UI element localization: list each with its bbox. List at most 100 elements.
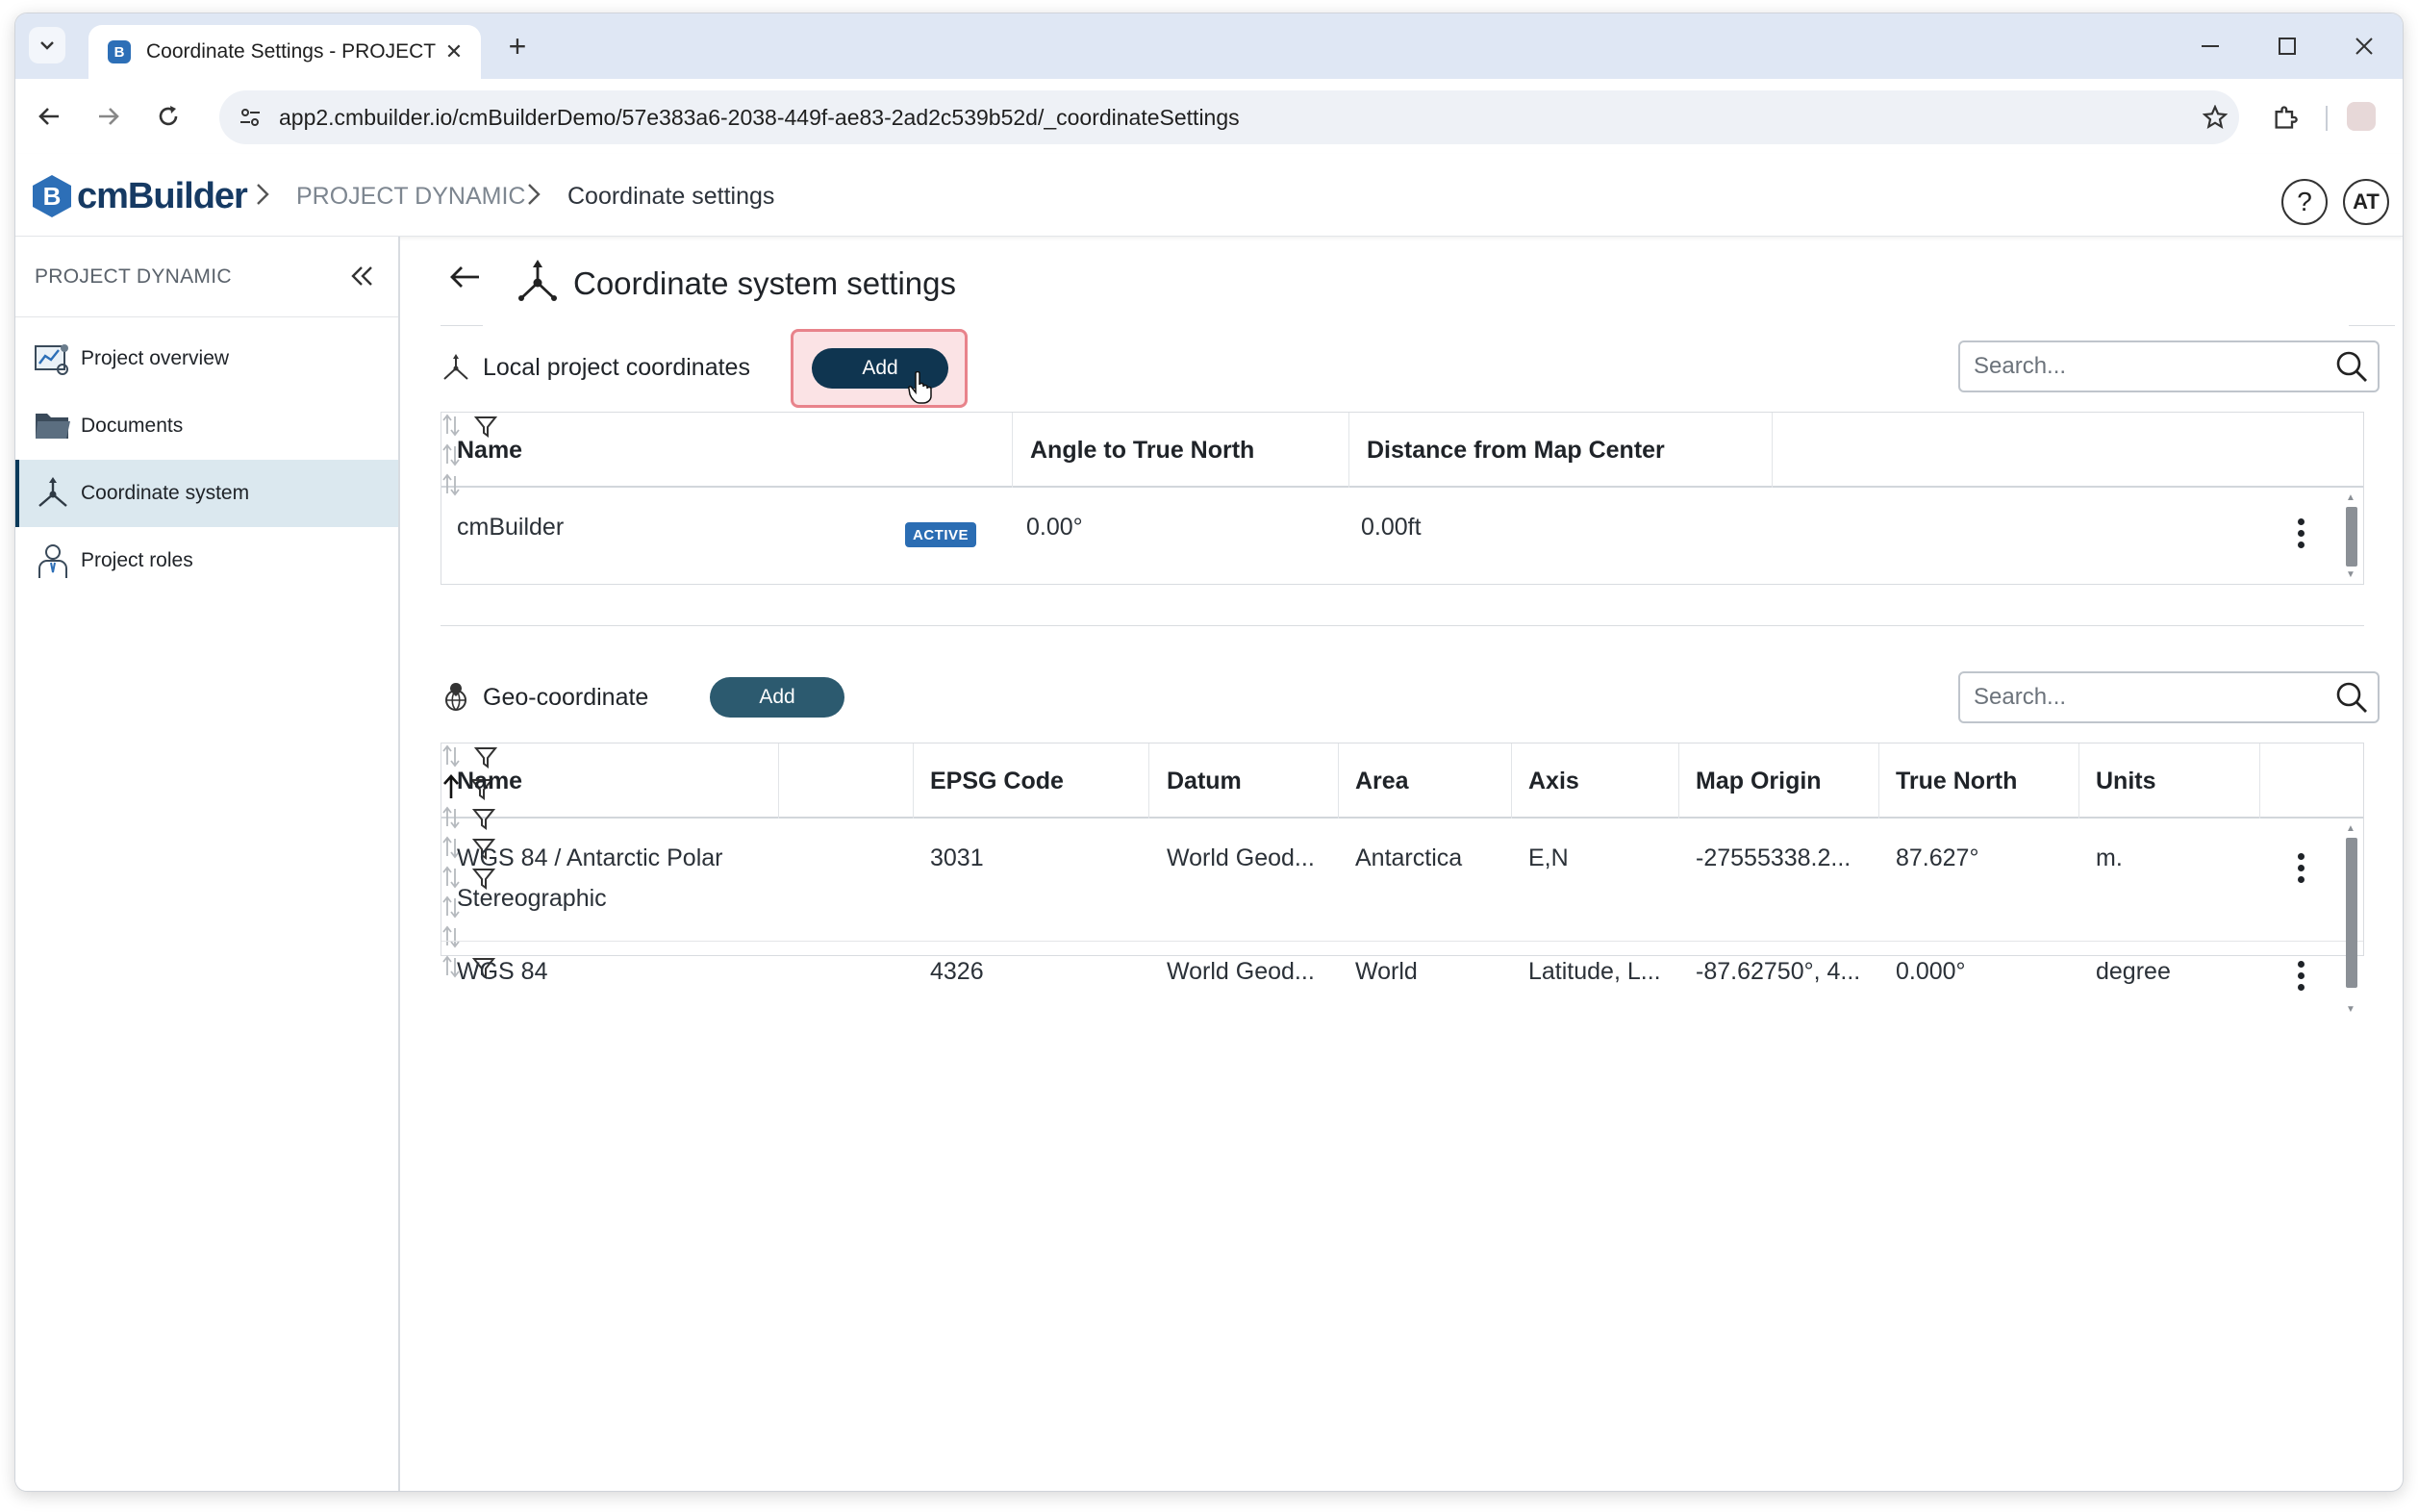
row-menu-icon[interactable] — [2286, 961, 2315, 991]
search-icon[interactable] — [2326, 349, 2378, 384]
geo-coordinate-header: Geo-coordinate — [441, 681, 648, 714]
geo-coordinates-table: Name EPSG Code Datum Area Axis Map Origi… — [441, 743, 2364, 1015]
local-coordinates-table: Name Angle to True North Distance from M… — [441, 412, 2364, 585]
back-arrow-icon[interactable] — [448, 264, 481, 295]
chart-dashboard-icon — [33, 339, 73, 379]
table-row[interactable]: cmBuilder ACTIVE 0.00° 0.00ft — [441, 488, 2363, 584]
sidebar-item-label: Project overview — [81, 347, 230, 369]
row-menu-icon[interactable] — [2286, 518, 2315, 548]
table-row[interactable]: WGS 84 / Antarctic Polar Stereographic 3… — [441, 819, 2363, 942]
local-search-input[interactable] — [1960, 353, 2326, 380]
arrow-left-icon — [38, 108, 59, 125]
minimize-icon — [2202, 45, 2219, 47]
extensions-puzzle-icon[interactable] — [2266, 98, 2305, 137]
forward-button[interactable] — [88, 96, 129, 137]
sidebar-item-project-roles[interactable]: Project roles — [15, 527, 398, 594]
table-header: Name Angle to True North Distance from M… — [441, 413, 2363, 496]
sidebar-item-label: Project roles — [81, 549, 193, 571]
search-icon[interactable] — [2326, 680, 2378, 715]
help-button[interactable]: ? — [2281, 179, 2328, 225]
cell-name-line1: WGS 84 / Antarctic Polar — [457, 844, 723, 871]
column-header-true-north[interactable]: True North — [1896, 743, 2017, 819]
bookmark-star-icon[interactable] — [2191, 105, 2239, 130]
back-button[interactable] — [29, 96, 69, 137]
cell-map-origin: -27555338.2... — [1696, 844, 1851, 871]
close-tab-icon[interactable]: ✕ — [441, 39, 467, 64]
local-table-scrollbar[interactable]: ▲ ▼ — [2344, 493, 2359, 582]
column-separator — [1678, 743, 1679, 819]
tab-title: Coordinate Settings - PROJECT — [146, 40, 437, 63]
column-header-units[interactable]: Units — [2096, 743, 2156, 819]
user-avatar[interactable]: AT — [2343, 179, 2389, 225]
column-header-axis[interactable]: Axis — [1528, 743, 1579, 819]
site-info-icon[interactable] — [229, 96, 271, 139]
status-badge: ACTIVE — [905, 522, 977, 547]
scroll-thumb[interactable] — [2346, 507, 2357, 567]
extension-avatar-icon[interactable] — [2347, 102, 2376, 131]
column-header-angle[interactable]: Angle to True North — [1030, 413, 1254, 488]
column-separator — [1511, 743, 1512, 819]
reload-button[interactable] — [148, 96, 189, 137]
close-icon — [2355, 38, 2373, 55]
table-row[interactable]: WGS 84 4326 World Geod... World Latitude… — [441, 942, 2363, 1021]
cell-angle: 0.00° — [1026, 514, 1083, 541]
chevron-right-icon — [256, 183, 269, 210]
address-bar[interactable]: app2.cmbuilder.io/cmBuilderDemo/57e383a6… — [219, 90, 2239, 144]
toolbar-divider — [2326, 106, 2328, 131]
arrow-right-icon — [99, 108, 119, 125]
column-header-distance[interactable]: Distance from Map Center — [1367, 413, 1665, 488]
column-separator — [1338, 743, 1339, 819]
column-separator — [1148, 743, 1149, 819]
cell-epsg: 3031 — [930, 844, 984, 871]
sidebar-item-documents[interactable]: Documents — [15, 392, 398, 460]
sidebar-item-project-overview[interactable]: Project overview — [15, 325, 398, 392]
axes-icon — [514, 258, 562, 311]
main-content: Coordinate system settings Local project… — [402, 237, 2403, 1491]
cell-name: WGS 84 — [457, 958, 548, 985]
cell-distance: 0.00ft — [1361, 514, 1422, 541]
sidebar-title: PROJECT DYNAMIC — [35, 265, 232, 288]
column-header-map-origin[interactable]: Map Origin — [1696, 743, 1822, 819]
url-text: app2.cmbuilder.io/cmBuilderDemo/57e383a6… — [279, 104, 1240, 130]
cell-epsg: 4326 — [930, 958, 984, 985]
maximize-button[interactable] — [2249, 13, 2326, 79]
local-search-box[interactable] — [1958, 340, 2380, 392]
chevron-down-icon — [40, 41, 54, 50]
new-tab-button[interactable]: + — [500, 31, 535, 62]
window-controls — [2172, 13, 2403, 79]
minimize-button[interactable] — [2172, 13, 2249, 79]
browser-tab[interactable]: B Coordinate Settings - PROJECT ✕ — [88, 25, 481, 79]
breadcrumb-project[interactable]: PROJECT DYNAMIC — [296, 183, 525, 211]
column-header-epsg[interactable]: EPSG Code — [930, 743, 1064, 819]
chevron-right-icon — [527, 183, 541, 210]
person-icon — [33, 541, 73, 581]
browser-window: B Coordinate Settings - PROJECT ✕ + app2… — [15, 13, 2403, 1491]
column-header-name[interactable]: Name — [457, 413, 522, 488]
cell-name-line2: Stereographic — [457, 885, 607, 912]
column-header-area[interactable]: Area — [1355, 743, 1409, 819]
scroll-thumb[interactable] — [2346, 838, 2357, 988]
collapse-sidebar-icon[interactable] — [348, 260, 375, 295]
cell-axis: E,N — [1528, 844, 1569, 871]
favicon-icon: B — [108, 40, 131, 63]
tab-search-button[interactable] — [29, 27, 65, 63]
tab-strip: B Coordinate Settings - PROJECT ✕ + — [15, 13, 2403, 79]
row-menu-icon[interactable] — [2286, 853, 2315, 883]
geo-search-box[interactable] — [1958, 671, 2380, 723]
axes-icon — [33, 473, 73, 514]
section-divider — [441, 625, 2364, 626]
cell-true-north: 87.627° — [1896, 844, 1979, 871]
close-window-button[interactable] — [2326, 13, 2403, 79]
divider — [441, 325, 483, 326]
add-geo-coordinate-button[interactable]: Add — [710, 677, 844, 718]
sidebar-item-coordinate-system[interactable]: Coordinate system — [15, 460, 398, 527]
geo-search-input[interactable] — [1960, 684, 2326, 711]
scroll-down-icon: ▼ — [2346, 1004, 2355, 1015]
divider — [2349, 325, 2395, 326]
column-header-datum[interactable]: Datum — [1167, 743, 1242, 819]
geo-table-scrollbar[interactable]: ▲ ▼ — [2344, 824, 2359, 1015]
table-header: Name EPSG Code Datum Area Axis Map Origi… — [441, 743, 2363, 979]
column-header-name[interactable]: Name — [457, 743, 522, 819]
cmbuilder-logo[interactable]: B cmBuilder — [33, 175, 248, 217]
scroll-up-icon: ▲ — [2346, 492, 2355, 503]
